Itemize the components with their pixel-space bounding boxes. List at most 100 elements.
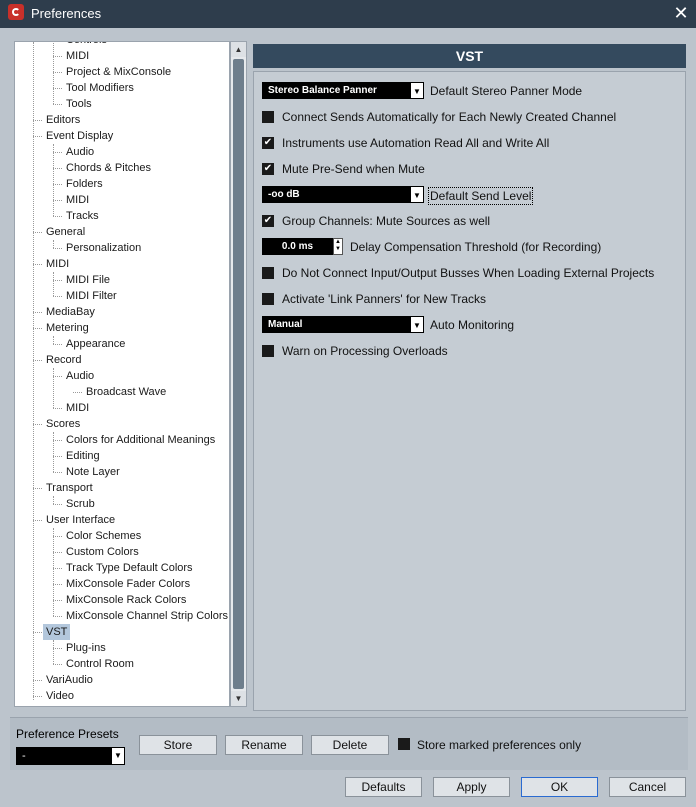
connect-sends-checkbox[interactable] (262, 111, 274, 123)
cancel-button[interactable]: Cancel (609, 777, 686, 797)
delete-button[interactable]: Delete (311, 735, 389, 755)
tree-item[interactable]: Scores (43, 416, 83, 432)
instruments-automation-label: Instruments use Automation Read All and … (282, 136, 550, 150)
tree-connector (53, 664, 62, 665)
link-panners-label: Activate 'Link Panners' for New Tracks (282, 292, 486, 306)
tree-item[interactable]: Appearance (63, 336, 128, 352)
defaults-button[interactable]: Defaults (345, 777, 422, 797)
delay-compensation-stepper[interactable]: ▲ ▼ (333, 238, 343, 255)
tree-item[interactable]: User Interface (43, 512, 118, 528)
instruments-automation-checkbox[interactable]: ✔ (262, 137, 274, 149)
store-marked-label: Store marked preferences only (417, 738, 582, 752)
tree-connector (73, 392, 82, 393)
tree-guide (53, 240, 54, 248)
tree-item[interactable]: Note Layer (63, 464, 123, 480)
link-panners-checkbox[interactable] (262, 293, 274, 305)
tree-guide (33, 42, 34, 700)
tree-connector (33, 488, 42, 489)
tree-connector (33, 312, 42, 313)
rename-button[interactable]: Rename (225, 735, 303, 755)
tree-item[interactable]: MIDI (63, 192, 92, 208)
tree-item[interactable]: Transport (43, 480, 96, 496)
tree-item[interactable]: Custom Colors (63, 544, 142, 560)
close-icon[interactable]: ✕ (670, 2, 692, 24)
tree-item[interactable]: MixConsole Channel Strip Colors (63, 608, 229, 624)
tree-item[interactable]: VST (43, 624, 71, 640)
tree-item[interactable]: Chords & Pitches (63, 160, 154, 176)
chevron-down-icon: ▼ (410, 82, 424, 99)
tree-item[interactable]: Scrub (63, 496, 98, 512)
tree-item[interactable]: VariAudio (43, 672, 96, 688)
tree-item[interactable]: Project & MixConsole (63, 64, 174, 80)
tree-connector (53, 104, 62, 105)
presets-label: Preference Presets (16, 727, 119, 741)
tree-connector (53, 296, 62, 297)
tree-item[interactable]: Folders (63, 176, 106, 192)
auto-monitoring-label: Auto Monitoring (430, 318, 515, 332)
section-title: VST (253, 44, 686, 68)
tree-item[interactable]: Audio (63, 368, 97, 384)
tree-guide (53, 496, 54, 504)
delay-compensation-label: Delay Compensation Threshold (for Record… (350, 240, 602, 254)
tree-guide (53, 528, 54, 616)
scroll-thumb[interactable] (233, 59, 244, 689)
no-connect-busses-checkbox[interactable] (262, 267, 274, 279)
tree-item[interactable]: MixConsole Fader Colors (63, 576, 193, 592)
group-mute-label: Group Channels: Mute Sources as well (282, 214, 491, 228)
tree-item[interactable]: MIDI (43, 256, 72, 272)
tree-item[interactable]: Tool Modifiers (63, 80, 137, 96)
tree-item[interactable]: Metering (43, 320, 92, 336)
delay-compensation-input[interactable]: 0.0 ms (262, 238, 333, 255)
tree-item[interactable]: Controls (63, 42, 110, 48)
tree-item[interactable]: Tracks (63, 208, 102, 224)
tree-guide (53, 368, 54, 408)
tree-scrollbar[interactable]: ▲ ▼ (230, 41, 247, 707)
stepper-up-icon[interactable]: ▲ (334, 239, 342, 246)
tree-item[interactable]: General (43, 224, 88, 240)
tree-item[interactable]: Plug-ins (63, 640, 109, 656)
store-button[interactable]: Store (139, 735, 217, 755)
auto-monitoring-dropdown[interactable]: Manual ▼ (262, 316, 424, 333)
scroll-up-icon[interactable]: ▲ (231, 42, 246, 57)
tree-connector (33, 264, 42, 265)
stepper-down-icon[interactable]: ▼ (334, 246, 342, 253)
tree-item[interactable]: Color Schemes (63, 528, 144, 544)
tree-item[interactable]: Audio (63, 144, 97, 160)
group-mute-checkbox[interactable]: ✔ (262, 215, 274, 227)
tree-item[interactable]: Editors (43, 112, 83, 128)
tree-guide (53, 432, 54, 472)
warn-overloads-checkbox[interactable] (262, 345, 274, 357)
tree-item[interactable]: Record (43, 352, 84, 368)
tree-item[interactable]: Track Type Default Colors (63, 560, 196, 576)
tree-item[interactable]: Video (43, 688, 77, 704)
mute-presend-checkbox[interactable]: ✔ (262, 163, 274, 175)
tree-item[interactable]: Editing (63, 448, 103, 464)
presets-dropdown[interactable]: - ▼ (16, 747, 125, 765)
store-marked-checkbox[interactable] (398, 738, 410, 750)
chevron-down-icon: ▼ (410, 316, 424, 333)
tree-item[interactable]: MixConsole Rack Colors (63, 592, 189, 608)
tree-item[interactable]: Colors for Additional Meanings (63, 432, 218, 448)
tree-item[interactable]: Tools (63, 96, 95, 112)
panner-mode-value: Stereo Balance Panner (268, 85, 377, 96)
tree-connector (53, 216, 62, 217)
panner-mode-dropdown[interactable]: Stereo Balance Panner ▼ (262, 82, 424, 99)
tree-item[interactable]: Event Display (43, 128, 116, 144)
tree-connector (33, 360, 42, 361)
mute-presend-label: Mute Pre-Send when Mute (282, 162, 425, 176)
tree-connector (53, 248, 62, 249)
apply-button[interactable]: Apply (433, 777, 510, 797)
tree-item[interactable]: Control Room (63, 656, 137, 672)
tree-item[interactable]: MediaBay (43, 304, 98, 320)
tree-item[interactable]: Broadcast Wave (83, 384, 169, 400)
tree-item[interactable]: Personalization (63, 240, 144, 256)
tree-item[interactable]: MIDI File (63, 272, 113, 288)
tree-item[interactable]: MIDI Filter (63, 288, 120, 304)
tree-item[interactable]: MIDI (63, 48, 92, 64)
tree-connector (53, 56, 62, 57)
send-level-dropdown[interactable]: -oo dB ▼ (262, 186, 424, 203)
scroll-down-icon[interactable]: ▼ (231, 691, 246, 706)
ok-button[interactable]: OK (521, 777, 598, 797)
tree-connector (33, 328, 42, 329)
tree-item[interactable]: MIDI (63, 400, 92, 416)
